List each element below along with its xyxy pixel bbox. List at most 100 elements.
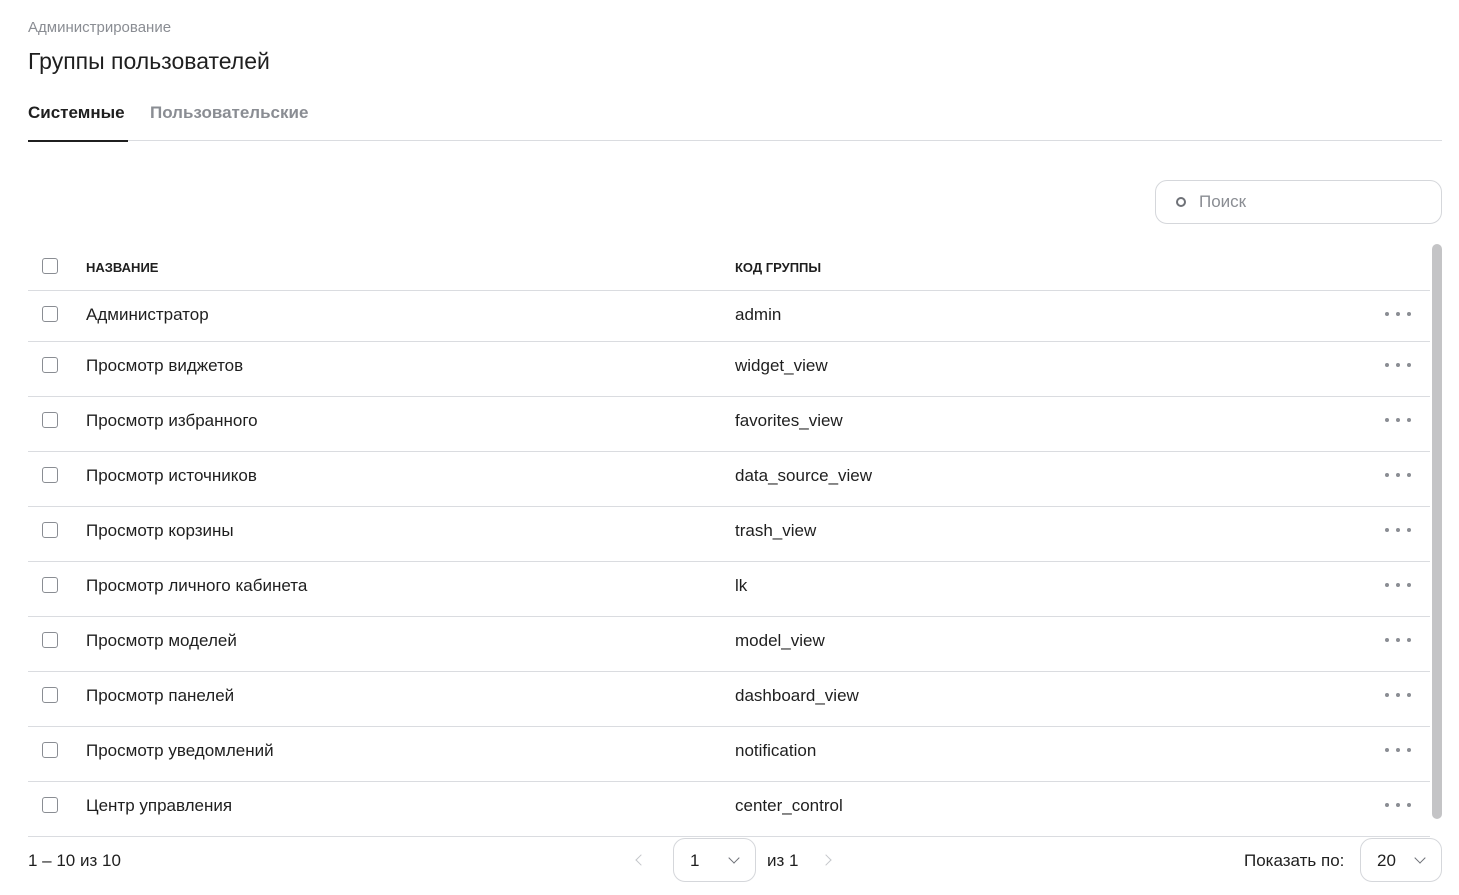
page-size-select[interactable]: 20 [1360,838,1442,882]
chevron-down-icon [1414,852,1426,864]
more-options-dot [1396,693,1400,697]
more-options-icon[interactable] [1385,574,1411,596]
tab-custom[interactable]: Пользовательские [150,103,308,141]
group-name-cell: Просмотр уведомлений [86,741,274,760]
search-icon [1176,197,1186,207]
more-options-dot [1385,693,1389,697]
row-checkbox[interactable] [42,687,58,703]
row-checkbox[interactable] [42,306,58,322]
group-code-cell: lk [735,576,748,595]
select-all-checkbox[interactable] [42,258,58,274]
group-name-cell: Просмотр виджетов [86,356,244,375]
more-options-dot [1385,748,1389,752]
more-options-dot [1396,748,1400,752]
more-options-dot [1385,638,1389,642]
group-name-cell: Просмотр моделей [86,631,237,650]
group-name-cell: Просмотр корзины [86,521,234,540]
prev-page-chevron-icon[interactable] [632,850,648,870]
tab-system[interactable]: Системные [28,103,128,142]
more-options-dot [1396,363,1400,367]
more-options-dot [1385,363,1389,367]
table-row[interactable]: Просмотр уведомлений notification [28,727,1430,782]
more-options-dot [1385,418,1389,422]
group-name-cell: Центр управления [86,796,233,815]
more-options-dot [1407,363,1411,367]
more-options-icon[interactable] [1385,739,1411,761]
group-code-cell: favorites_view [735,411,843,430]
more-options-icon[interactable] [1385,684,1411,706]
page-size-value: 20 [1377,851,1396,870]
row-checkbox[interactable] [42,742,58,758]
group-name-cell: Просмотр источников [86,466,257,485]
more-options-dot [1407,583,1411,587]
row-checkbox[interactable] [42,632,58,648]
tab-custom-label: Пользовательские [150,103,309,122]
more-options-dot [1407,748,1411,752]
more-options-dot [1396,418,1400,422]
search-input[interactable] [1199,192,1419,212]
more-options-icon[interactable] [1385,794,1411,816]
more-options-dot [1407,693,1411,697]
more-options-icon[interactable] [1385,354,1411,376]
more-options-dot [1385,312,1389,316]
more-options-dot [1407,418,1411,422]
more-options-dot [1396,528,1400,532]
more-options-dot [1407,528,1411,532]
more-options-icon[interactable] [1385,464,1411,486]
more-options-dot [1407,638,1411,642]
group-name-cell: Просмотр личного кабинета [86,576,308,595]
more-options-icon[interactable] [1385,519,1411,541]
next-page-chevron-icon[interactable] [820,850,836,870]
more-options-dot [1385,803,1389,807]
more-options-icon[interactable] [1385,629,1411,651]
row-checkbox[interactable] [42,412,58,428]
groups-table: НАЗВАНИЕ КОД ГРУППЫ Администратор admin Пр… [28,243,1430,837]
more-options-dot [1407,312,1411,316]
page-number-select[interactable]: 1 [673,838,756,882]
more-options-dot [1385,473,1389,477]
group-code-cell: data_source_view [735,466,873,485]
more-options-dot [1407,473,1411,477]
tab-bar: Системные Пользовательские [28,98,1442,142]
table-row[interactable]: Просмотр избранного favorites_view [28,397,1430,452]
row-checkbox[interactable] [42,797,58,813]
more-options-dot [1407,803,1411,807]
table-row[interactable]: Просмотр корзины trash_view [28,507,1430,562]
table-scrollbar[interactable] [1432,244,1442,819]
group-code-cell: widget_view [735,356,828,375]
group-code-cell: dashboard_view [735,686,859,705]
chevron-down-icon [728,852,740,864]
group-name-cell: Просмотр избранного [86,411,258,430]
table-row[interactable]: Администратор admin [28,291,1430,342]
row-checkbox[interactable] [42,522,58,538]
table-row[interactable]: Просмотр моделей model_view [28,617,1430,672]
table-row[interactable]: Просмотр виджетов widget_view [28,342,1430,397]
table-row[interactable]: Центр управления center_control [28,782,1430,837]
group-code-cell: admin [735,305,782,324]
search-box[interactable] [1155,180,1442,224]
pagination-bar: 1 – 10 из 10 1 из 1 Показать по: 20 [28,838,1442,882]
group-code-cell: center_control [735,796,843,815]
column-header-name[interactable]: НАЗВАНИЕ [86,260,158,275]
more-options-dot [1396,803,1400,807]
table-row[interactable]: Просмотр источников data_source_view [28,452,1430,507]
table-header: НАЗВАНИЕ КОД ГРУППЫ [28,243,1430,291]
group-name-cell: Администратор [86,305,209,324]
table-row[interactable]: Просмотр личного кабинета lk [28,562,1430,617]
group-code-cell: trash_view [735,521,817,540]
more-options-dot [1396,473,1400,477]
row-checkbox[interactable] [42,467,58,483]
pagination-range: 1 – 10 из 10 [28,851,121,870]
table-row[interactable]: Просмотр панелей dashboard_view [28,672,1430,727]
group-code-cell: notification [735,741,817,760]
row-checkbox[interactable] [42,357,58,373]
more-options-icon[interactable] [1385,303,1411,325]
column-header-code[interactable]: КОД ГРУППЫ [735,260,821,275]
page-title: Группы пользователей [28,48,270,74]
tab-system-label: Системные [28,103,125,122]
group-name-cell: Просмотр панелей [86,686,235,705]
pagination-total-pages: из 1 [767,851,799,870]
more-options-icon[interactable] [1385,409,1411,431]
more-options-dot [1396,638,1400,642]
row-checkbox[interactable] [42,577,58,593]
